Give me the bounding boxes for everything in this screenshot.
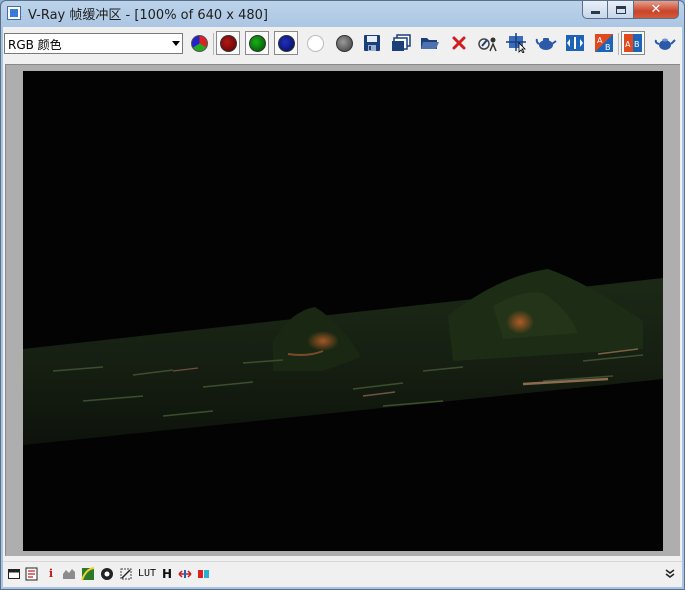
- maximize-icon: [615, 5, 626, 14]
- terrain-render: [23, 269, 663, 445]
- channel-select-value: RGB 颜色: [8, 38, 62, 52]
- ab-compare-button[interactable]: [563, 31, 587, 55]
- title-bar[interactable]: V-Ray 帧缓冲区 - [100% of 640 x 480] ✕: [1, 1, 684, 25]
- render-view-frame: [5, 64, 680, 556]
- red-channel-icon: [219, 34, 237, 52]
- alpha-channel-button[interactable]: [303, 31, 327, 55]
- chevron-down-icon: [172, 41, 180, 46]
- channel-select[interactable]: RGB 颜色: [4, 33, 183, 54]
- exposure-icon: [101, 567, 113, 580]
- a-b-horizontal-button[interactable]: AB: [592, 31, 616, 55]
- a-b-vertical-icon: AB: [624, 34, 642, 52]
- double-chevron-down-icon: [665, 568, 675, 578]
- status-bar: i LUT H: [3, 561, 682, 585]
- a-b-vertical-button[interactable]: AB: [621, 31, 645, 55]
- curve-button[interactable]: [80, 565, 96, 582]
- blue-channel-icon: [277, 34, 295, 52]
- svg-text:A: A: [597, 36, 603, 45]
- app-icon[interactable]: [7, 6, 21, 20]
- minimize-icon: [590, 10, 600, 14]
- save-image-button[interactable]: [360, 31, 384, 55]
- track-mouse-button[interactable]: [476, 31, 500, 55]
- region-render-icon: [506, 33, 526, 53]
- green-channel-icon: [248, 34, 266, 52]
- render-last-button[interactable]: [534, 31, 558, 55]
- rgb-display-button[interactable]: [187, 31, 211, 55]
- levels-icon: [63, 568, 75, 579]
- a-b-horizontal-icon: AB: [595, 34, 613, 52]
- client-area: RGB 颜色 A B A B i LUT H: [3, 27, 682, 587]
- clear-image-button[interactable]: [447, 31, 471, 55]
- srgb-icon: [120, 568, 132, 579]
- stereo-red-cyan-button[interactable]: [196, 565, 212, 582]
- render-teapot-button[interactable]: [653, 31, 677, 55]
- maximize-button[interactable]: [608, 1, 634, 19]
- close-button[interactable]: ✕: [634, 1, 679, 19]
- load-image-icon: [421, 38, 439, 49]
- minimize-button[interactable]: [582, 1, 608, 19]
- alpha-channel-icon: [306, 34, 324, 52]
- show-corrections-button[interactable]: [6, 565, 22, 582]
- render-teapot-icon: [654, 38, 676, 50]
- toolbar-separator: [618, 33, 619, 55]
- blue-channel-button[interactable]: [274, 31, 298, 55]
- monochrome-icon: [335, 34, 353, 52]
- render-last-icon: [535, 38, 557, 50]
- pixel-aspect-icon: [178, 569, 192, 578]
- curve-icon: [81, 566, 95, 580]
- pixel-aspect-button[interactable]: [177, 565, 193, 582]
- stereo-icon: [198, 569, 209, 578]
- vray-frame-buffer-window: V-Ray 帧缓冲区 - [100% of 640 x 480] ✕ RGB 颜…: [0, 0, 685, 590]
- srgb-button[interactable]: [118, 565, 134, 582]
- pixel-info-button[interactable]: i: [43, 565, 59, 582]
- toolbar-separator: [213, 33, 214, 55]
- exposure-button[interactable]: [99, 565, 115, 582]
- rgb-display-icon: [190, 34, 208, 52]
- panel-icon: [8, 568, 20, 579]
- render-log-button[interactable]: [24, 565, 40, 582]
- monochrome-button[interactable]: [332, 31, 356, 55]
- load-image-button[interactable]: [418, 31, 442, 55]
- levels-button[interactable]: [61, 565, 77, 582]
- lut-button[interactable]: LUT: [137, 565, 157, 582]
- region-render-button[interactable]: [505, 31, 529, 55]
- rendered-image[interactable]: [23, 71, 663, 551]
- svg-text:A: A: [625, 40, 631, 49]
- expand-panel-button[interactable]: [662, 565, 678, 582]
- window-controls: ✕: [582, 1, 679, 19]
- close-icon: ✕: [650, 2, 662, 17]
- clone-frame-buffer-button[interactable]: [389, 31, 413, 55]
- track-mouse-icon: [478, 37, 497, 52]
- toolbar: RGB 颜色 A B A B: [3, 27, 682, 61]
- green-channel-button[interactable]: [245, 31, 269, 55]
- svg-text:B: B: [634, 40, 640, 49]
- clear-image-icon: [452, 36, 466, 50]
- svg-text:B: B: [605, 43, 611, 52]
- window-title: V-Ray 帧缓冲区 - [100% of 640 x 480]: [28, 8, 269, 23]
- ab-compare-icon: [566, 35, 584, 51]
- clone-frame-buffer-icon: [392, 34, 411, 51]
- log-icon: [25, 567, 38, 580]
- save-image-icon: [364, 35, 380, 51]
- red-channel-button[interactable]: [216, 31, 240, 55]
- histogram-button[interactable]: H: [159, 565, 175, 582]
